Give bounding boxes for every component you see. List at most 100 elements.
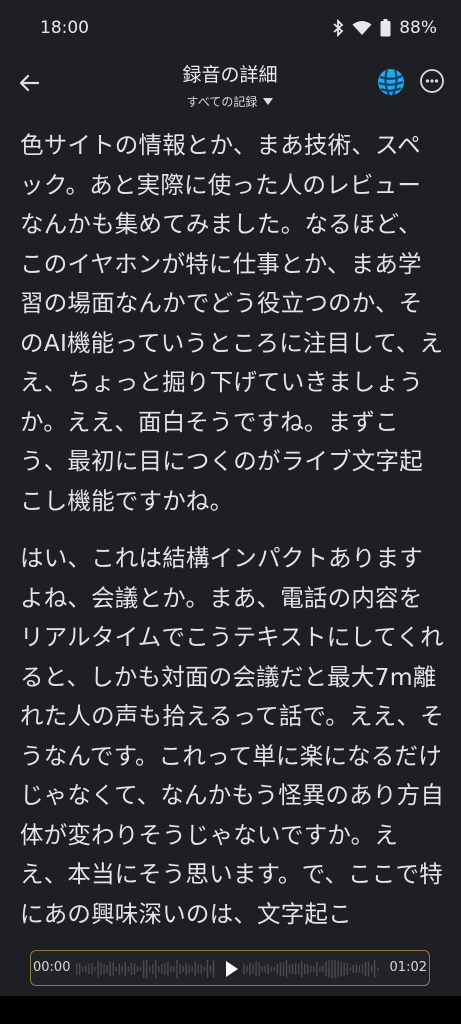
player-area: 00:00 01:02 (0, 946, 461, 996)
system-nav-bar (0, 996, 461, 1024)
transcript-paragraph: はい、これは結構インパクトありますよね、会議とか。まあ、電話の内容をリアルタイム… (20, 544, 444, 928)
waveform-bar (285, 959, 288, 979)
waveform-bar (133, 963, 136, 975)
waveform-bar (173, 966, 175, 972)
waveform-bar (325, 961, 327, 977)
waveform-bar (176, 959, 178, 979)
waveform-bar (149, 966, 151, 972)
waveform-bar (261, 966, 263, 972)
filter-label: すべての記録 (186, 95, 258, 109)
waveform-bar (94, 966, 96, 972)
waveform-bar (310, 965, 312, 973)
waveform-bar (191, 966, 193, 972)
waveform-bar (179, 963, 181, 974)
status-bar: 18:00 88% (0, 0, 461, 56)
waveform-bar (136, 966, 139, 972)
audio-player[interactable]: 00:00 01:02 (30, 950, 430, 986)
waveform-bar (109, 961, 111, 977)
status-icons: 88% (332, 18, 437, 38)
waveform-bar (243, 963, 245, 975)
waveform-bar (297, 964, 300, 974)
waveform-bar (319, 966, 321, 972)
back-button[interactable] (14, 68, 44, 98)
back-arrow-icon (19, 74, 40, 92)
waveform-bar (246, 965, 248, 973)
waveform-bar (370, 965, 373, 973)
waveform-bar (267, 963, 269, 975)
waveform-bar (343, 962, 345, 976)
waveform-bar (313, 965, 315, 973)
waveform-bar (97, 960, 99, 978)
waveform-bar (139, 967, 142, 971)
title-block: 録音の詳細 すべての記録 (110, 60, 350, 110)
more-options-icon (420, 69, 444, 93)
waveform-bar (82, 966, 84, 972)
transcript-paragraph: 色サイトの情報とか、まあ技術、スペック。あと実際に使った人のレビューなんかも集め… (20, 131, 444, 515)
transcript-text: 色サイトの情報とか、まあ技術、スペック。あと実際に使った人のレビューなんかも集め… (20, 126, 444, 946)
waveform-bar (194, 961, 196, 977)
waveform-bar (373, 959, 376, 979)
waveform-bar (307, 964, 309, 974)
waveform-bar (200, 964, 202, 974)
waveform-bar (112, 962, 114, 976)
waveform-bar (367, 961, 370, 977)
waveform-bar (103, 964, 105, 974)
waveform-bar (188, 964, 190, 974)
waveform-bar (106, 965, 108, 973)
waveform-bar (127, 966, 130, 972)
waveform-bar (264, 965, 266, 973)
more-options-button[interactable] (419, 68, 445, 94)
waveform-bar (115, 966, 117, 972)
waveform-bar (377, 967, 379, 971)
waveform-bar (304, 963, 306, 975)
filter-dropdown[interactable]: すべての記録 (110, 93, 350, 110)
waveform-bar (85, 965, 87, 973)
duration-time: 01:02 (389, 960, 427, 975)
waveform-bar (167, 962, 169, 976)
waveform-bar (355, 964, 358, 974)
battery-percent: 88% (399, 18, 437, 38)
waveform-bar (158, 966, 160, 972)
waveform-bar (331, 959, 333, 979)
waveform-bar (276, 964, 278, 974)
waveform-bar (282, 962, 285, 976)
waveform-bar (358, 965, 361, 973)
waveform-bar (79, 963, 81, 975)
waveform-bar (337, 960, 339, 978)
waveform-bar (170, 965, 172, 973)
waveform-bar (288, 964, 291, 974)
battery-icon (380, 19, 391, 37)
wifi-icon (352, 20, 372, 36)
waveform-bar (164, 963, 166, 975)
avatar-globe-icon[interactable] (377, 68, 405, 96)
waveform-bar (294, 963, 297, 975)
waveform-bar (291, 964, 294, 974)
waveform-bar (270, 966, 272, 972)
waveform-bar (152, 963, 154, 974)
app-header: 録音の詳細 すべての記録 (0, 56, 461, 112)
waveform-bar (118, 963, 120, 975)
waveform-bar (316, 961, 318, 977)
bluetooth-icon (332, 19, 344, 37)
waveform-bar (121, 965, 123, 973)
waveform-bar (364, 962, 367, 976)
waveform-bar (76, 963, 78, 975)
waveform-bar (209, 965, 212, 973)
waveform-bar (91, 963, 93, 975)
waveform-bar (361, 964, 364, 974)
waveform-bar (301, 960, 303, 978)
play-icon (226, 961, 238, 977)
waveform-bar (279, 962, 282, 976)
play-button[interactable] (220, 958, 242, 980)
waveform-bar (182, 965, 184, 973)
waveform-bar (197, 964, 199, 974)
waveform-bar (258, 962, 260, 976)
waveform-bar (161, 964, 163, 974)
waveform-bar (155, 959, 157, 979)
waveform-bar (145, 959, 148, 979)
waveform-bar (349, 967, 351, 971)
waveform-bar (334, 960, 336, 978)
waveform-bar (340, 961, 342, 977)
waveform-bar (203, 966, 206, 972)
waveform-bar (185, 963, 187, 975)
